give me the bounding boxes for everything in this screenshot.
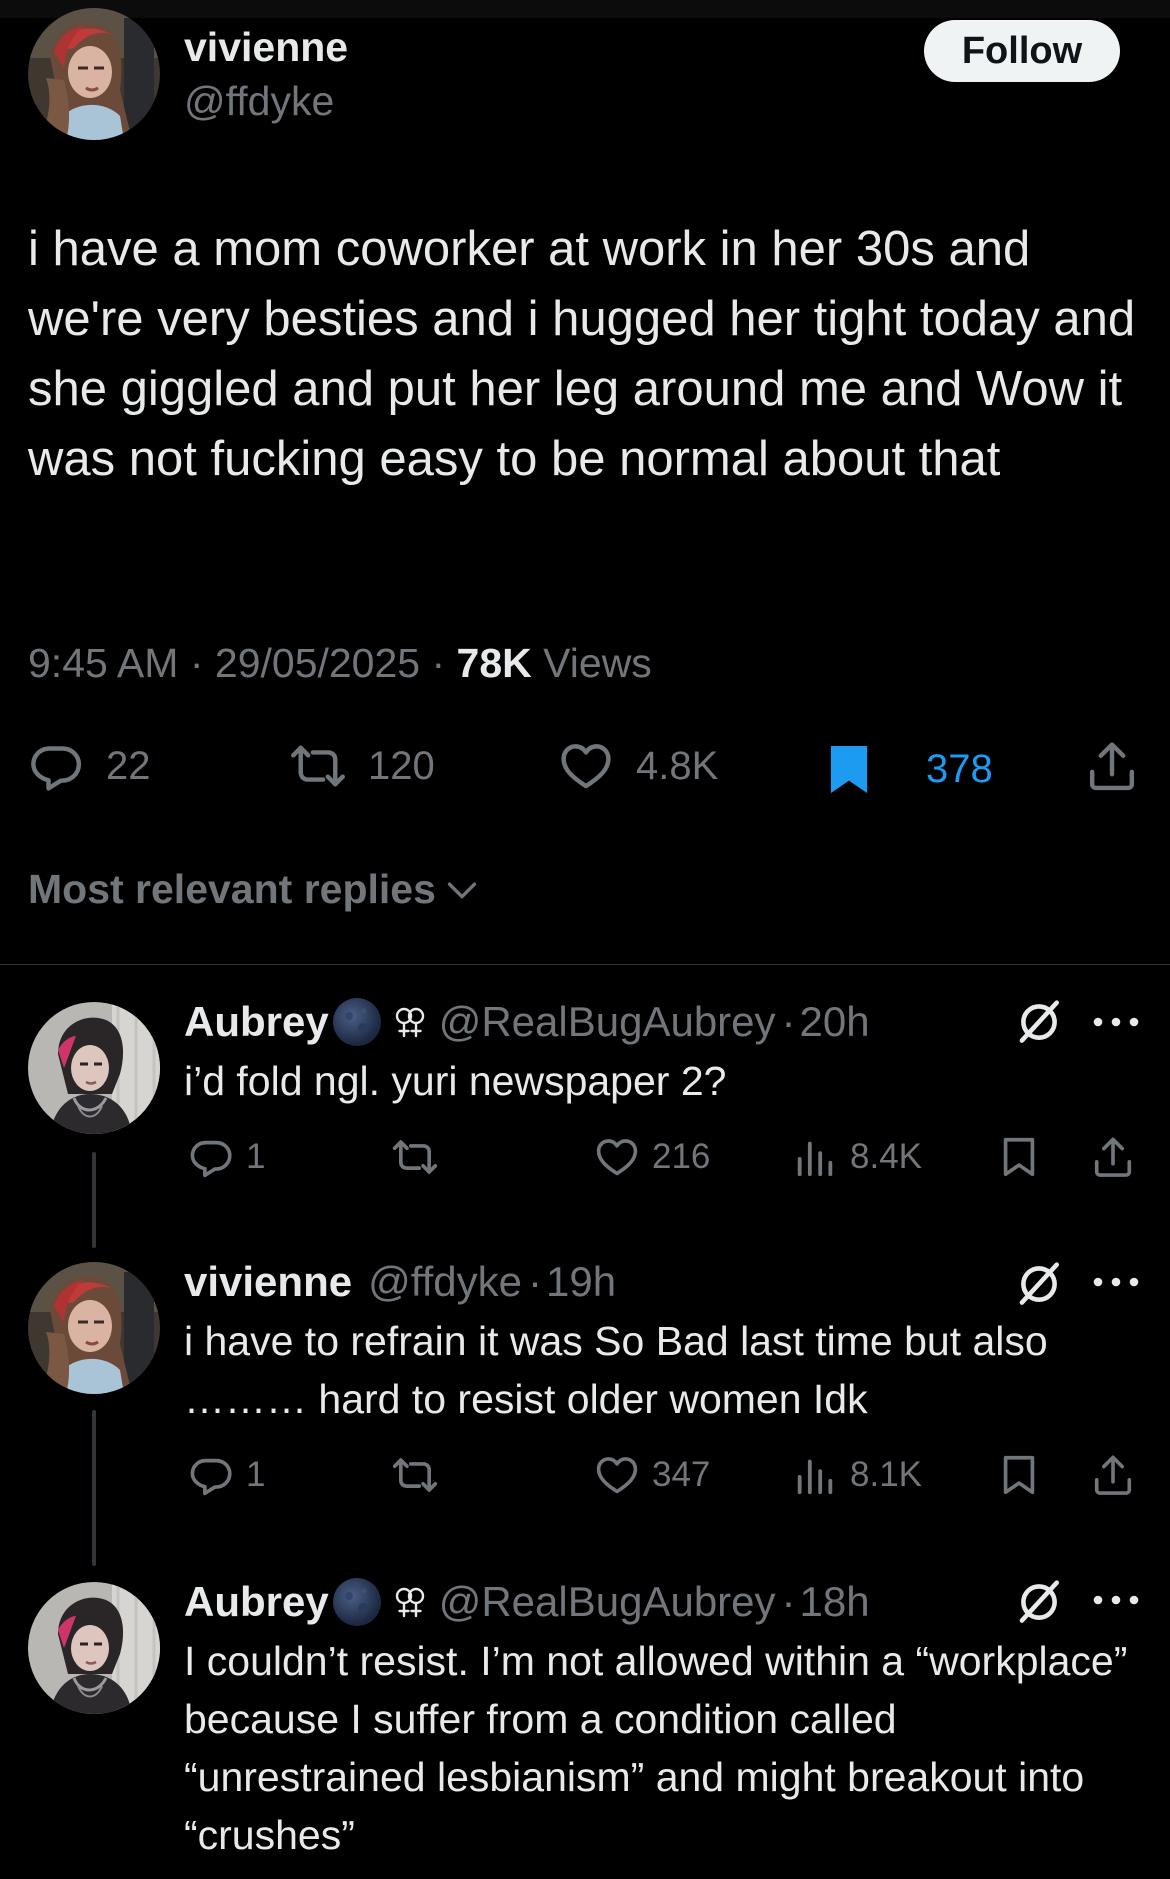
bookmark-icon [820,738,878,800]
bookmark-icon [996,1452,1042,1498]
reply-count: 22 [106,743,151,788]
views-button[interactable]: 8.1K [792,1452,922,1498]
meta-separator: · [781,998,796,1045]
speech-bubble-icon [188,1134,234,1180]
ellipsis-icon[interactable] [1092,1012,1140,1032]
author-handle[interactable]: @ffdyke [184,78,334,125]
reply-time[interactable]: 20h [800,998,870,1046]
meta-separator: · [781,1578,796,1625]
ellipsis-icon[interactable] [1092,1590,1140,1610]
bookmark-button[interactable] [996,1134,1042,1180]
like-button[interactable]: 4.8K [558,738,718,794]
repost-count: 120 [368,743,435,788]
reply-text: I couldn’t resist. I’m not allowed withi… [184,1638,1128,1858]
heart-icon [594,1452,640,1498]
bookmark-button[interactable] [996,1452,1042,1498]
avatar[interactable] [28,1002,160,1134]
divider [0,964,1170,965]
bookmark-icon [996,1134,1042,1180]
reply-author-name[interactable]: Aubrey [184,1578,329,1626]
tweet-meta: 9:45 AM · 29/05/2025 · 78K Views [28,640,652,687]
like-count: 4.8K [636,743,719,788]
reply-count: 1 [246,1137,266,1176]
meta-separator: · [189,640,215,686]
repost-arrows-icon [392,1134,438,1180]
tweet-action-bar: 22 120 4.8K 378 [0,738,1170,800]
reply-action-bar: 1 347 8.1K [0,1452,1170,1504]
like-button[interactable]: 347 [594,1452,710,1498]
status-bar-strip [0,0,1170,18]
views-button[interactable]: 8.4K [792,1134,922,1180]
bar-chart-icon [792,1134,838,1180]
meta-separator: · [528,1258,543,1305]
chevron-down-icon [442,870,482,910]
reply-header: vivienne @ffdyke · 19h [184,1254,616,1310]
bookmark-button[interactable]: 378 [820,738,993,800]
speech-bubble-icon [28,738,84,794]
repost-arrows-icon [392,1452,438,1498]
share-button[interactable] [1090,1452,1136,1498]
avatar[interactable] [28,8,160,140]
follow-button[interactable]: Follow [924,20,1120,82]
reply-text: i have to refrain it was So Bad last tim… [184,1318,1048,1422]
views-label: Views [543,640,652,686]
tweet-text: i have a mom coworker at work in her 30s… [28,222,1136,486]
bookmark-count: 378 [926,746,993,791]
like-count: 347 [652,1455,711,1494]
like-button[interactable]: 216 [594,1134,710,1180]
reply-time[interactable]: 18h [800,1578,870,1626]
views-count: 78K [456,640,532,686]
avatar[interactable] [28,1262,160,1394]
sort-label: Most relevant replies [28,866,436,912]
new-moon-emoji-icon [331,1576,383,1628]
reply-author-handle[interactable]: @ffdyke [368,1258,522,1306]
reply-author-handle[interactable]: @RealBugAubrey [439,998,776,1046]
share-button[interactable] [1090,1134,1136,1180]
repost-button[interactable] [392,1452,438,1498]
share-upload-icon [1090,1134,1136,1180]
avatar[interactable] [28,1582,160,1714]
reply-action-bar: 1 216 8.4K [0,1134,1170,1186]
share-upload-icon [1090,1452,1136,1498]
reply-author-handle[interactable]: @RealBugAubrey [439,1578,776,1626]
mute-circle-slash-icon[interactable] [1014,1258,1064,1308]
reply-text: i’d fold ngl. yuri newspaper 2? [184,1058,727,1104]
tweet-date[interactable]: 29/05/2025 [215,640,420,686]
reply-button[interactable]: 22 [28,738,151,794]
share-button[interactable] [1084,738,1140,794]
reply-author-name[interactable]: Aubrey [184,998,329,1046]
repost-arrows-icon [290,738,346,794]
author-name[interactable]: vivienne [184,24,348,71]
reply-button[interactable]: 1 [188,1134,265,1180]
reply-header: Aubrey @RealBugAubrey · 18h [184,1574,870,1630]
reply-sort-dropdown[interactable]: Most relevant replies [28,866,482,913]
meta-separator: · [431,640,457,686]
double-venus-icon [393,1005,427,1039]
double-venus-icon [393,1585,427,1619]
speech-bubble-icon [188,1452,234,1498]
reply-count: 1 [246,1455,266,1494]
reply-author-name[interactable]: vivienne [184,1258,352,1306]
reply-button[interactable]: 1 [188,1452,265,1498]
views-count: 8.1K [850,1455,922,1494]
share-upload-icon [1084,738,1140,794]
tweet-time[interactable]: 9:45 AM [28,640,178,686]
reply-header: Aubrey @RealBugAubrey · 20h [184,994,870,1050]
like-count: 216 [652,1137,711,1176]
mute-circle-slash-icon[interactable] [1014,996,1064,1046]
views-count: 8.4K [850,1137,922,1176]
heart-icon [558,738,614,794]
new-moon-emoji-icon [331,996,383,1048]
repost-button[interactable] [392,1134,438,1180]
heart-icon [594,1134,640,1180]
mute-circle-slash-icon[interactable] [1014,1576,1064,1626]
ellipsis-icon[interactable] [1092,1272,1140,1292]
repost-button[interactable]: 120 [290,738,435,794]
bar-chart-icon [792,1452,838,1498]
reply-time[interactable]: 19h [546,1258,616,1306]
